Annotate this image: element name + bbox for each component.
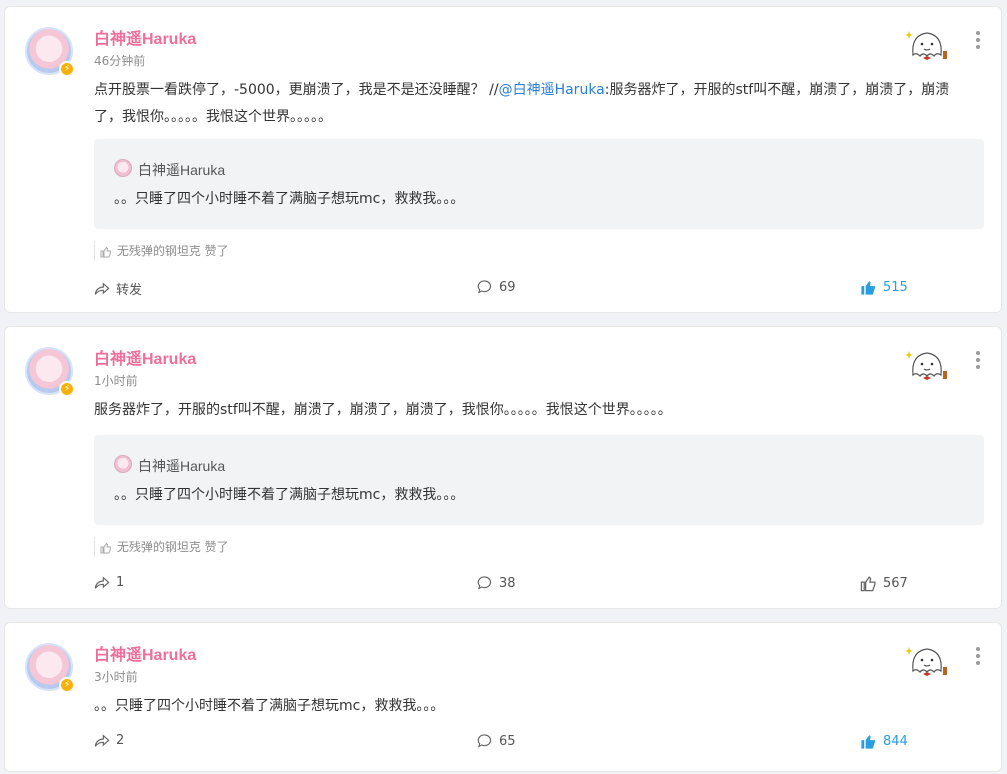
comment-count: 65 bbox=[499, 733, 516, 749]
quoted-post[interactable]: 白神遥Haruka 。。只睡了四个小时睡不着了满脑子想玩mc，救救我。。。 bbox=[94, 435, 984, 525]
post-text: 服务器炸了，开服的stf叫不醒，崩溃了，崩溃了，崩溃了，我恨你。。。。。我恨这个… bbox=[94, 402, 672, 418]
repost-count: 1 bbox=[116, 575, 125, 590]
timestamp[interactable]: 46分钟前 bbox=[94, 52, 145, 69]
comment-count: 69 bbox=[499, 279, 516, 295]
thumbs-up-icon bbox=[861, 735, 875, 749]
more-dots-icon[interactable] bbox=[975, 31, 981, 51]
post-card: ⚡ 白神遥Haruka 1小时前 服务器炸了，开服的stf叫不醒，崩溃了，崩溃了… bbox=[4, 326, 1002, 609]
verified-badge-icon: ⚡ bbox=[59, 381, 75, 397]
quote-username[interactable]: 白神遥Haruka bbox=[138, 160, 225, 180]
timestamp[interactable]: 1小时前 bbox=[94, 372, 138, 389]
comment-button[interactable]: 65 bbox=[477, 733, 516, 749]
username[interactable]: 白神遥Haruka bbox=[94, 345, 196, 369]
thumbs-up-small-icon bbox=[100, 542, 111, 553]
liked-suffix: 赞了 bbox=[204, 244, 229, 258]
verified-badge-icon: ⚡ bbox=[59, 677, 75, 693]
verified-badge-icon: ⚡ bbox=[59, 61, 75, 77]
thumbs-up-icon bbox=[861, 281, 875, 295]
like-button[interactable]: 567 bbox=[860, 575, 908, 592]
post-card: ⚡ 白神遥Haruka 3小时前 。。只睡了四个小时睡不着了满脑子想玩mc，救救… bbox=[4, 622, 1002, 772]
like-button[interactable]: 515 bbox=[860, 279, 908, 296]
quote-text: 。。只睡了四个小时睡不着了满脑子想玩mc，救救我。。。 bbox=[114, 191, 465, 207]
like-count: 515 bbox=[883, 280, 908, 295]
like-button[interactable]: 844 bbox=[860, 733, 908, 750]
quote-avatar bbox=[114, 159, 132, 177]
ghost-sticker-icon bbox=[905, 31, 947, 60]
post-text: 。。只睡了四个小时睡不着了满脑子想玩mc，救救我。。。 bbox=[94, 698, 445, 714]
post-text: 点开股票一看跌停了，-5000，更崩溃了，我是不是还没睡醒？ //@白神遥Har… bbox=[94, 82, 950, 125]
username[interactable]: 白神遥Haruka bbox=[94, 25, 196, 49]
quote-username[interactable]: 白神遥Haruka bbox=[138, 456, 225, 476]
liked-by: 无残弹的钢坦克 赞了 bbox=[94, 241, 989, 261]
avatar[interactable]: ⚡ bbox=[25, 643, 77, 695]
share-arrow-icon bbox=[94, 575, 110, 589]
mention-link[interactable]: @白神遥Haruka bbox=[499, 82, 605, 98]
repost-button[interactable]: 1 bbox=[94, 575, 124, 590]
repost-button[interactable]: 2 bbox=[94, 733, 124, 748]
liked-user[interactable]: 无残弹的钢坦克 bbox=[117, 244, 201, 258]
thumbs-up-icon bbox=[860, 576, 876, 592]
quote-text: 。。只睡了四个小时睡不着了满脑子想玩mc，救救我。。。 bbox=[114, 487, 465, 503]
share-arrow-icon bbox=[94, 281, 110, 295]
comment-bubble-icon bbox=[477, 734, 492, 748]
like-count: 567 bbox=[883, 576, 908, 591]
avatar[interactable]: ⚡ bbox=[25, 27, 77, 79]
more-dots-icon[interactable] bbox=[975, 351, 981, 371]
quoted-post[interactable]: 白神遥Haruka 。。只睡了四个小时睡不着了满脑子想玩mc，救救我。。。 bbox=[94, 139, 984, 229]
timestamp[interactable]: 3小时前 bbox=[94, 668, 138, 685]
repost-count: 2 bbox=[116, 733, 125, 748]
liked-by: 无残弹的钢坦克 赞了 bbox=[94, 537, 989, 557]
repost-label: 转发 bbox=[116, 283, 143, 298]
comment-button[interactable]: 69 bbox=[477, 279, 516, 295]
more-dots-icon[interactable] bbox=[975, 647, 981, 667]
ghost-sticker-icon bbox=[905, 647, 947, 676]
share-arrow-icon bbox=[94, 733, 110, 747]
quote-avatar bbox=[114, 455, 132, 473]
comment-bubble-icon bbox=[477, 280, 492, 294]
comment-bubble-icon bbox=[477, 576, 492, 590]
ghost-sticker-icon bbox=[905, 351, 947, 380]
like-count: 844 bbox=[883, 734, 908, 749]
comment-count: 38 bbox=[499, 575, 516, 591]
comment-button[interactable]: 38 bbox=[477, 575, 516, 591]
username[interactable]: 白神遥Haruka bbox=[94, 641, 196, 665]
liked-suffix: 赞了 bbox=[204, 540, 229, 554]
post-card: ⚡ 白神遥Haruka 46分钟前 点开股票一看跌停了，-5000，更崩溃了，我… bbox=[4, 6, 1002, 313]
thumbs-up-small-icon bbox=[100, 246, 111, 257]
repost-button[interactable]: 转发 bbox=[94, 279, 142, 298]
avatar[interactable]: ⚡ bbox=[25, 347, 77, 399]
liked-user[interactable]: 无残弹的钢坦克 bbox=[117, 540, 201, 554]
